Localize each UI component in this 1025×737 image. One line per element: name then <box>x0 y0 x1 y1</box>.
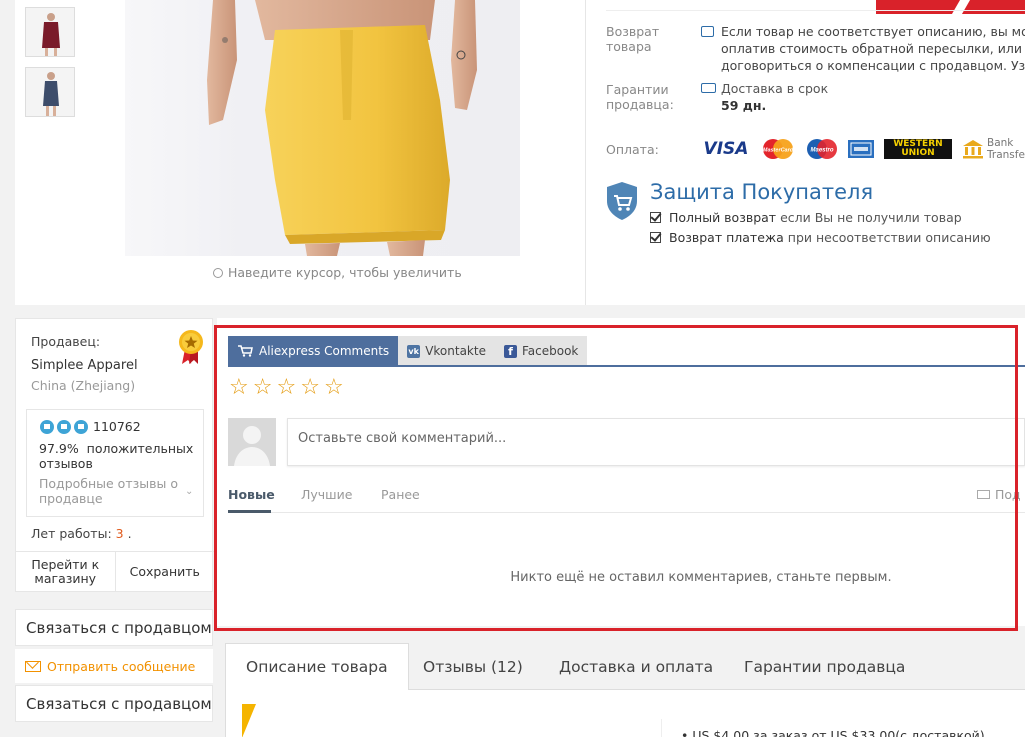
detailed-feedback-link[interactable]: Подробные отзывы о продавце <box>39 476 178 506</box>
protection-full-refund: Полный возврат если Вы не получили товар <box>650 210 962 225</box>
amex-logo <box>848 140 874 158</box>
buyer-protection-title: Защита Покупателя <box>650 180 874 204</box>
thumbnail-blue-dress[interactable] <box>25 67 75 117</box>
tab-seller-guarantees[interactable]: Гарантии продавца <box>724 643 925 690</box>
promo-corner <box>242 704 256 737</box>
highlight-frame <box>214 325 1018 631</box>
checkbox-icon <box>650 232 661 243</box>
contact-seller-header: Связаться с продавцом <box>15 609 213 646</box>
chevron-down-icon[interactable]: ⌄ <box>185 486 193 497</box>
positive-feedback: 97.9% положительных отзывов <box>39 441 194 471</box>
bank-transfer-label: BankTransfer <box>987 137 1025 161</box>
truck-icon <box>701 83 716 93</box>
maestro-text: Maestro <box>810 148 833 154</box>
western-union-logo: WESTERN UNION <box>884 139 952 159</box>
zoom-hint: Наведите курсор, чтобы увеличить <box>213 265 462 280</box>
mastercard-logo: MasterCard <box>760 139 796 159</box>
coupon-line: • US $4.00 за заказ от US $33.00(с доста… <box>681 728 985 737</box>
seller-name[interactable]: Simplee Apparel <box>31 358 138 373</box>
return-icon <box>701 26 714 37</box>
protection-payment-return: Возврат платежа при несоответствии описа… <box>650 230 991 245</box>
maestro-logo: Maestro <box>804 139 840 159</box>
main-product-photo[interactable] <box>125 0 520 256</box>
delivery-guarantee: Доставка в срок 59 дн. <box>721 81 829 113</box>
description-tabs: Описание товара Отзывы (12) Доставка и о… <box>225 643 1025 691</box>
payment-label: Оплата: <box>606 142 659 157</box>
magnifier-icon <box>213 268 223 278</box>
save-store-button[interactable]: Сохранить <box>114 552 215 591</box>
seller-card: Продавец: Simplee Apparel China (Zhejian… <box>15 318 214 592</box>
tab-reviews[interactable]: Отзывы (12) <box>403 643 543 690</box>
seller-location: China (Zhejiang) <box>31 378 136 393</box>
return-text: Если товар не соответствует описанию, вы… <box>721 24 1025 73</box>
contact-seller-header-2: Связаться с продавцом <box>15 685 213 722</box>
promo-banner-edge <box>876 0 1025 14</box>
product-info-panel: Возврат товара Если товар не соответствуе… <box>585 0 1025 305</box>
return-label: Возврат товара <box>606 24 660 54</box>
seller-actions: Перейти к магазину Сохранить <box>16 551 214 591</box>
envelope-icon <box>25 660 41 672</box>
seller-rating-box: 110762 97.9% положительных отзывов Подроб… <box>26 409 204 517</box>
mastercard-text: MasterCard <box>763 148 794 154</box>
tab-description[interactable]: Описание товара <box>225 643 409 691</box>
guarantee-label: Гарантии продавца: <box>606 82 674 112</box>
seller-label: Продавец: <box>31 334 101 349</box>
medal-icon <box>178 329 204 369</box>
seller-score: 110762 <box>93 419 141 434</box>
checkbox-icon <box>650 212 661 223</box>
visa-logo: VISA <box>703 139 749 159</box>
product-gallery: Наведите курсор, чтобы увеличить <box>15 0 585 305</box>
crown-rank-icon <box>39 419 91 439</box>
send-message-link[interactable]: Отправить сообщение <box>15 649 213 683</box>
go-to-store-button[interactable]: Перейти к магазину <box>16 552 115 591</box>
description-body: • US $4.00 за заказ от US $33.00(с доста… <box>225 690 1025 737</box>
tab-shipping-payment[interactable]: Доставка и оплата <box>539 643 733 690</box>
bank-icon <box>962 139 984 159</box>
thumbnail-burgundy-dress[interactable] <box>25 7 75 57</box>
years-in-business: Лет работы: 3 . <box>31 526 132 541</box>
shield-cart-icon <box>606 181 638 225</box>
